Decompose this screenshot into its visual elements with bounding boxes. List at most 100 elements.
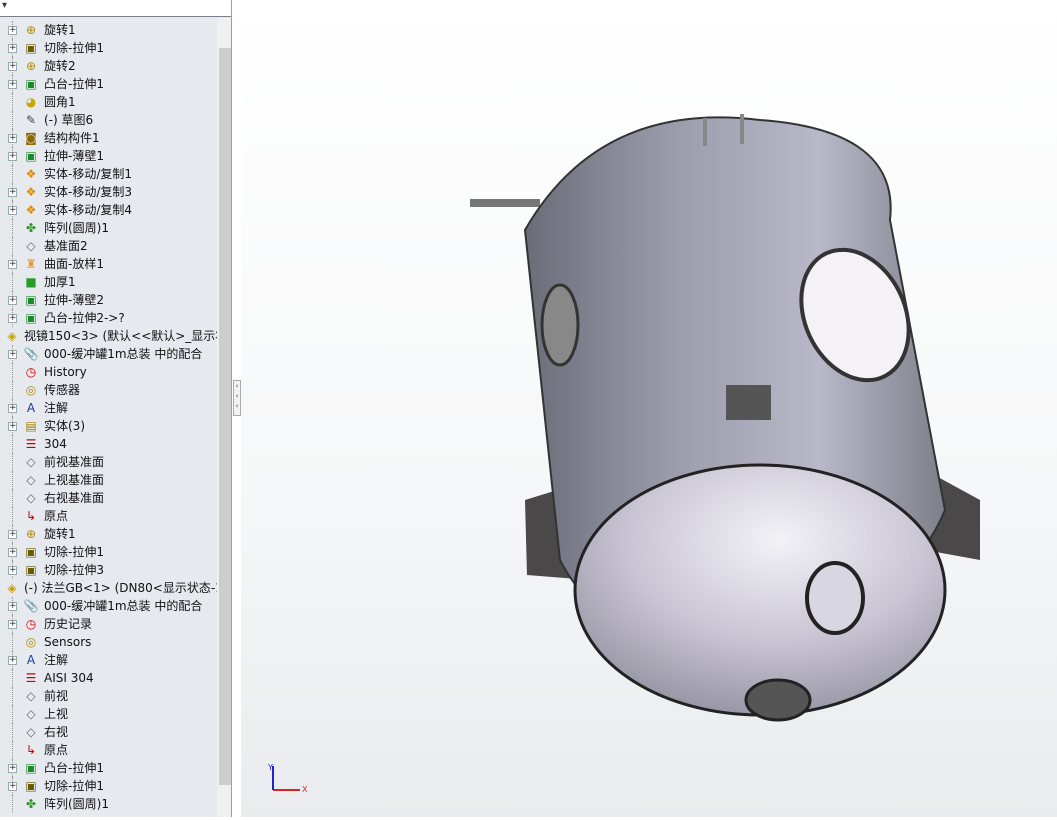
tree-item-label: 上视基准面 [44,473,105,487]
expand-toggle-icon[interactable]: + [8,134,17,143]
tree-item[interactable]: + ⊕ 旋转1 [0,21,216,39]
tree-item[interactable]: + 📎 000-缓冲罐1m总装 中的配合 [0,345,216,363]
expand-toggle-icon[interactable]: + [8,350,17,359]
tree-item[interactable]: ✤ 阵列(圆周)1 [0,795,216,813]
tree-item[interactable]: ✤ 阵列(圆周)1 [0,219,216,237]
cut-extrude-icon: ▣ [25,545,37,559]
tree-connector [12,723,13,741]
tree-item[interactable]: + ▣ 凸台-拉伸2->? [0,309,216,327]
tree-item[interactable]: ↳ 原点 [0,741,216,759]
tree-item[interactable]: + ⊕ 旋转2 [0,57,216,75]
tree-item[interactable]: ◇ 前视基准面 [0,453,216,471]
expand-toggle-icon[interactable]: + [8,782,17,791]
expand-toggle-icon[interactable]: + [8,602,17,611]
tree-item[interactable]: ☰ AISI 304 [0,669,216,687]
tree-connector [12,363,13,381]
tree-item[interactable]: + ◷ 历史记录 [0,615,216,633]
tree-item[interactable]: ↳ 原点 [0,507,216,525]
expand-toggle-icon[interactable]: + [8,152,17,161]
expand-toggle-icon[interactable]: + [8,206,17,215]
tree-item[interactable]: + ▣ 切除-拉伸1 [0,777,216,795]
tree-item[interactable]: ◎ Sensors [0,633,216,651]
tree-item[interactable]: ☰ 304 [0,435,216,453]
tree-filter-dropdown[interactable]: ▾ [0,0,231,17]
expand-toggle-icon[interactable]: + [8,80,17,89]
tree-item[interactable]: ◇ 上视 [0,705,216,723]
tree-item[interactable]: ◇ 右视基准面 [0,489,216,507]
tree-item[interactable]: + ▣ 切除-拉伸3 [0,561,216,579]
tree-item[interactable]: + ◙ 结构构件1 [0,129,216,147]
graphics-viewport[interactable]: X Y [241,0,1057,817]
tree-item[interactable]: + ▣ 凸台-拉伸1 [0,759,216,777]
tree-item-label: 圆角1 [44,95,76,109]
expand-toggle-icon[interactable]: + [8,260,17,269]
tree-item-label: 旋转1 [44,527,76,541]
tree-item-label: 实体-移动/复制3 [44,185,133,199]
plane-icon: ◇ [26,725,36,739]
tree-item-label: 凸台-拉伸2->? [44,311,125,325]
tree-item[interactable]: + A 注解 [0,399,216,417]
expand-toggle-icon[interactable]: + [8,404,17,413]
tree-item[interactable]: ◎ 传感器 [0,381,216,399]
expand-toggle-icon[interactable]: + [8,422,17,431]
tree-item[interactable]: ◇ 上视基准面 [0,471,216,489]
nozzle-1 [703,118,707,146]
tree-item[interactable]: ◈ (-) 法兰GB<1> (DN80<显示状态-1 [0,579,222,597]
triad-y-label: Y [267,763,273,772]
tree-item[interactable]: ◷ History [0,363,216,381]
expand-toggle-icon[interactable]: + [8,188,17,197]
cut-extrude-icon: ▣ [25,779,37,793]
tree-scrollbar-thumb[interactable] [219,48,231,785]
tree-item[interactable]: + 📎 000-缓冲罐1m总装 中的配合 [0,597,216,615]
expand-toggle-icon[interactable]: + [8,314,17,323]
mates-folder-icon: 📎 [23,599,39,613]
expand-toggle-icon[interactable]: + [8,530,17,539]
plane-icon: ◇ [26,455,36,469]
tree-item[interactable]: + ⊕ 旋转1 [0,525,216,543]
expand-toggle-icon[interactable]: + [8,764,17,773]
nozzle-2 [740,114,744,144]
tree-item-label: History [44,365,87,379]
tree-connector [12,507,13,525]
tree-item[interactable]: ◇ 基准面2 [0,237,216,255]
tree-item[interactable]: ◕ 圆角1 [0,93,216,111]
tree-item[interactable]: + ▣ 切除-拉伸1 [0,39,216,57]
material-icon: ☰ [25,671,37,685]
tree-item[interactable]: + ♜ 曲面-放样1 [0,255,216,273]
panel-collapse-handle[interactable]: ‹ ‹ ‹ [233,380,241,416]
tree-item[interactable]: ✎ (-) 草图6 [0,111,216,129]
tree-item[interactable]: + ▤ 实体(3) [0,417,216,435]
tree-item[interactable]: ◇ 前视 [0,687,216,705]
expand-toggle-icon[interactable]: + [8,548,17,557]
tree-item[interactable]: + ▣ 拉伸-薄壁2 [0,291,216,309]
tree-item[interactable]: + ❖ 实体-移动/复制4 [0,201,216,219]
expand-toggle-icon[interactable]: + [8,296,17,305]
part-icon: ◈ [7,581,17,595]
expand-toggle-icon[interactable]: + [8,656,17,665]
tank-model[interactable]: X Y [241,0,1057,817]
tree-item[interactable]: + ❖ 实体-移动/复制3 [0,183,216,201]
tree-item-label: 阵列(圆周)1 [44,797,109,811]
expand-toggle-icon[interactable]: + [8,62,17,71]
tree-item[interactable]: + A 注解 [0,651,216,669]
part-icon: ◈ [7,329,17,343]
circular-pattern-icon: ✤ [25,797,37,811]
expand-toggle-icon[interactable]: + [8,566,17,575]
expand-toggle-icon[interactable]: + [8,26,17,35]
plane-icon: ◇ [26,491,36,505]
tree-item-label: 凸台-拉伸1 [44,761,104,775]
tree-item[interactable]: ❖ 实体-移动/复制1 [0,165,216,183]
outlet-flange [744,678,812,722]
tree-item[interactable]: + ▣ 切除-拉伸1 [0,543,216,561]
solid-bodies-icon: ▤ [25,419,37,433]
tree-connector [12,237,13,255]
plane-icon: ◇ [26,707,36,721]
tree-item[interactable]: ◈ 视镜150<3> (默认<<默认>_显示状 [0,327,227,345]
tree-item[interactable]: ◇ 右视 [0,723,216,741]
tree-item[interactable]: ■ 加厚1 [0,273,216,291]
expand-toggle-icon[interactable]: + [8,44,17,53]
bottom-flange [805,561,865,635]
expand-toggle-icon[interactable]: + [8,620,17,629]
tree-item[interactable]: + ▣ 凸台-拉伸1 [0,75,216,93]
tree-item[interactable]: + ▣ 拉伸-薄壁1 [0,147,216,165]
